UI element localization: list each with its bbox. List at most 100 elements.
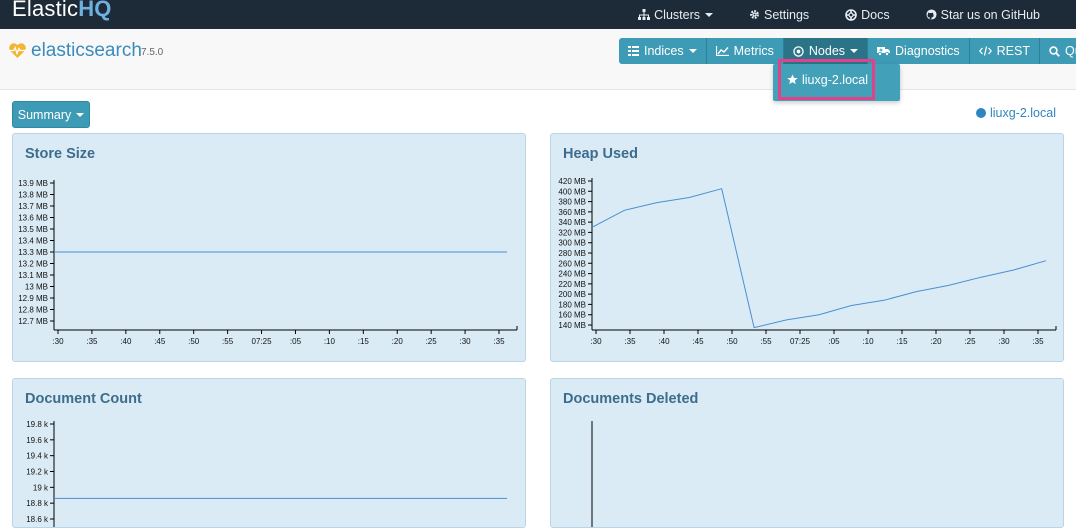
- diagnostics-label: Diagnostics: [895, 44, 960, 58]
- x-tick-label: :30: [52, 337, 64, 346]
- gear-icon: [750, 10, 759, 19]
- lifebuoy-icon: [845, 8, 857, 21]
- x-tick-label: 07:25: [790, 337, 811, 346]
- github-link[interactable]: Star us on GitHub: [926, 8, 1040, 22]
- y-tick-label: 320 MB: [558, 228, 586, 237]
- code-icon: [978, 46, 992, 56]
- y-tick-label: 13.6 MB: [18, 214, 48, 223]
- y-tick-label: 200 MB: [558, 290, 586, 299]
- x-tick-label: :35: [624, 337, 636, 346]
- indices-label: Indices: [644, 44, 684, 58]
- sitemap-icon: [638, 9, 651, 20]
- node-menu-item[interactable]: liuxg-2.local: [778, 59, 875, 100]
- summary-dropdown-button[interactable]: Summary: [12, 101, 90, 128]
- documents-deleted-panel: Documents Deleted: [550, 378, 1064, 528]
- y-tick-label: 12.8 MB: [18, 306, 48, 315]
- x-tick-label: :45: [154, 337, 166, 346]
- y-tick-label: 13 MB: [25, 283, 48, 292]
- heartbeat-icon: [9, 43, 26, 59]
- store-size-chart: 13.9 MB 13.8 MB 13.7 MB 13.6 MB 13.5 MB 13.4 …: [18, 179, 518, 346]
- y-tick-label: 13.1 MB: [18, 271, 48, 280]
- docs-link[interactable]: Docs: [845, 7, 890, 22]
- y-tick-label: 12.9 MB: [18, 294, 48, 303]
- query-button[interactable]: Query: [1040, 38, 1076, 64]
- y-tick-label: 220 MB: [558, 280, 586, 289]
- rest-button[interactable]: REST: [969, 38, 1040, 64]
- brand-accent-text: HQ: [78, 0, 112, 21]
- x-tick-label: :30: [590, 337, 602, 346]
- settings-label: Settings: [763, 7, 810, 22]
- app-logo[interactable]: ElasticHQ: [12, 0, 112, 22]
- heap-used-chart: 420 MB400 MB 380 MB360 MB340 MB320 MB 300 …: [558, 177, 1057, 346]
- cluster-header: elasticsearch 7.5.0 Indices Metrics Node…: [0, 29, 1076, 90]
- x-tick-label: :05: [290, 337, 302, 346]
- x-tick-label: :10: [324, 337, 336, 346]
- y-tick-label: 19.6 k: [26, 436, 49, 445]
- diagnostics-button[interactable]: Diagnostics: [868, 38, 970, 64]
- y-tick-label: 13.7 MB: [18, 202, 48, 211]
- brand-text: Elastic: [12, 0, 79, 21]
- x-tick-label: :30: [998, 337, 1010, 346]
- nodes-label: Nodes: [808, 44, 846, 58]
- top-nav: Clusters Settings Docs Star us on GitHub: [602, 0, 1040, 29]
- y-tick-label: 19.4 k: [26, 452, 49, 461]
- x-tick-label: :50: [726, 337, 738, 346]
- metrics-label: Metrics: [733, 44, 774, 58]
- documents-deleted-chart: [591, 421, 593, 527]
- x-tick-label: 07:25: [252, 337, 273, 346]
- status-dot-icon: [975, 108, 986, 118]
- node-status[interactable]: liuxg-2.local: [975, 106, 1056, 120]
- y-tick-label: 19 k: [33, 483, 49, 492]
- x-tick-label: :35: [86, 337, 98, 346]
- x-tick-label: :35: [493, 337, 505, 346]
- star-icon: [787, 74, 798, 85]
- x-tick-label: :20: [392, 337, 404, 346]
- line-chart-icon: [715, 46, 729, 56]
- query-label: Query: [1065, 44, 1076, 58]
- y-tick-label: 160 MB: [558, 311, 586, 320]
- node-menu-item-label: liuxg-2.local: [802, 72, 869, 87]
- document-count-chart: 19.8 k 19.6 k 19.4 k 19.2 k 19 k 18.8 k 18.6 k: [26, 420, 507, 527]
- x-tick-label: :15: [358, 337, 370, 346]
- x-tick-label: :05: [828, 337, 840, 346]
- x-tick-label: :40: [120, 337, 132, 346]
- x-tick-label: :25: [964, 337, 976, 346]
- indices-button[interactable]: Indices: [619, 38, 707, 64]
- settings-link[interactable]: Settings: [749, 8, 809, 22]
- y-tick-label: 12.7 MB: [18, 317, 48, 326]
- y-tick-label: 13.3 MB: [18, 248, 48, 257]
- table-icon: [628, 46, 639, 56]
- chevron-down-icon: [704, 12, 713, 17]
- chevron-down-icon: [76, 112, 85, 117]
- chevron-down-icon: [688, 49, 697, 53]
- top-navbar: ElasticHQ Clusters Settings Docs Star us…: [0, 0, 1076, 29]
- store-size-panel: Store Size 13.9 MB 13.8 MB 13.7 MB 13.6 MB 1…: [12, 133, 526, 362]
- y-tick-label: 18.6 k: [26, 515, 49, 524]
- series-line: [591, 188, 1047, 329]
- y-tick-label: 340 MB: [558, 218, 586, 227]
- y-tick-label: 13.2 MB: [18, 260, 48, 269]
- x-tick-label: :55: [760, 337, 772, 346]
- clusters-menu[interactable]: Clusters: [638, 8, 713, 22]
- y-tick-label: 13.8 MB: [18, 191, 48, 200]
- y-tick-label: 300 MB: [558, 239, 586, 248]
- y-tick-label: 13.5 MB: [18, 225, 48, 234]
- search-icon: [1049, 45, 1060, 57]
- y-tick-label: 280 MB: [558, 249, 586, 258]
- x-tick-label: :50: [188, 337, 200, 346]
- docs-label: Docs: [861, 7, 890, 22]
- y-tick-label: 240 MB: [558, 270, 586, 279]
- y-tick-label: 140 MB: [558, 321, 586, 330]
- ambulance-icon: [877, 47, 891, 56]
- x-tick-label: :10: [862, 337, 874, 346]
- y-tick-label: 18.8 k: [26, 499, 49, 508]
- x-tick-label: :55: [222, 337, 234, 346]
- y-tick-label: 180 MB: [558, 300, 586, 309]
- node-status-label: liuxg-2.local: [989, 106, 1056, 120]
- target-icon: [793, 45, 804, 57]
- rest-label: REST: [996, 44, 1030, 58]
- github-icon: [926, 9, 937, 20]
- x-tick-label: :20: [930, 337, 942, 346]
- metrics-button[interactable]: Metrics: [706, 38, 784, 64]
- nodes-dropdown-menu: liuxg-2.local: [773, 59, 900, 101]
